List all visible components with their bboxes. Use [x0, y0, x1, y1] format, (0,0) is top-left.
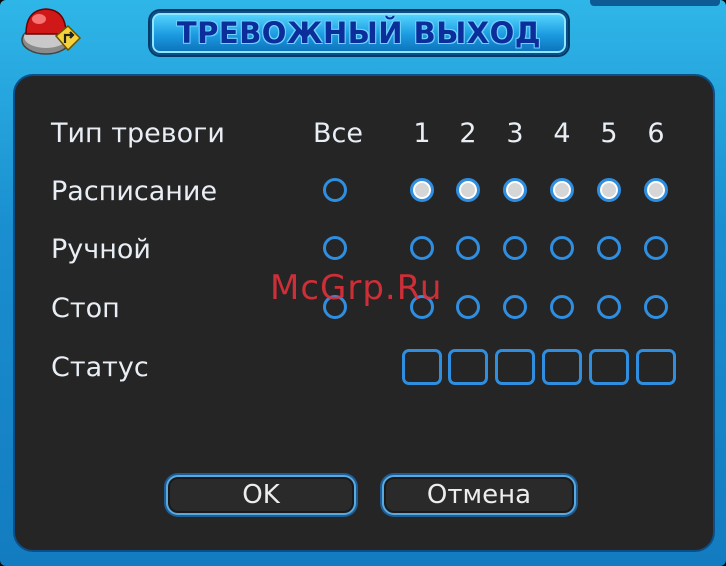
manual-all-radio[interactable] — [323, 236, 347, 260]
schedule-radio-3[interactable] — [503, 178, 527, 202]
alarm-siren-icon — [21, 8, 82, 55]
schedule-radio-5[interactable] — [597, 178, 621, 202]
status-indicator-2 — [448, 349, 488, 385]
schedule-radio-6[interactable] — [644, 178, 668, 202]
schedule-radio-2[interactable] — [456, 178, 480, 202]
stop-radio-1[interactable] — [410, 295, 434, 319]
stop-radio-2[interactable] — [456, 295, 480, 319]
schedule-radio-1[interactable] — [410, 178, 434, 202]
settings-panel: Тип тревоги Все 1 2 3 4 5 6 Расписание Р… — [13, 74, 715, 552]
manual-radio-6[interactable] — [644, 236, 668, 260]
manual-radio-2[interactable] — [456, 236, 480, 260]
manual-radio-1[interactable] — [410, 236, 434, 260]
cancel-button[interactable]: Отмена — [382, 475, 576, 515]
column-header-3: 3 — [506, 118, 524, 149]
status-indicator-5 — [589, 349, 629, 385]
stop-radio-3[interactable] — [503, 295, 527, 319]
row-label-manual: Ручной — [51, 234, 151, 265]
stop-radio-5[interactable] — [597, 295, 621, 319]
column-header-2: 2 — [459, 118, 477, 149]
stop-radio-6[interactable] — [644, 295, 668, 319]
manual-radio-5[interactable] — [597, 236, 621, 260]
schedule-radio-4[interactable] — [550, 178, 574, 202]
column-header-1: 1 — [413, 118, 431, 149]
row-label-status: Статус — [51, 352, 149, 383]
status-indicator-4 — [542, 349, 582, 385]
status-indicator-1 — [402, 349, 442, 385]
schedule-all-radio[interactable] — [323, 178, 347, 202]
column-header-6: 6 — [647, 118, 665, 149]
status-indicator-3 — [495, 349, 535, 385]
stop-all-radio[interactable] — [323, 295, 347, 319]
row-label-schedule: Расписание — [51, 176, 218, 207]
column-header-5: 5 — [600, 118, 618, 149]
title-bar-edge — [590, 0, 720, 6]
alarm-type-header: Тип тревоги — [51, 118, 225, 149]
all-column-header: Все — [313, 118, 363, 149]
alarm-output-dialog: ТРЕВОЖНЫЙ ВЫХОД Тип тревоги Все 1 2 3 4 … — [0, 0, 726, 566]
manual-radio-4[interactable] — [550, 236, 574, 260]
row-label-stop: Стоп — [51, 293, 120, 324]
stop-radio-4[interactable] — [550, 295, 574, 319]
dialog-title: ТРЕВОЖНЫЙ ВЫХОД — [176, 16, 542, 50]
title-plate: ТРЕВОЖНЫЙ ВЫХОД — [150, 11, 568, 55]
column-header-4: 4 — [553, 118, 571, 149]
title-bar: ТРЕВОЖНЫЙ ВЫХОД — [0, 0, 726, 64]
status-indicator-6 — [636, 349, 676, 385]
manual-radio-3[interactable] — [503, 236, 527, 260]
ok-button[interactable]: OK — [166, 475, 356, 515]
